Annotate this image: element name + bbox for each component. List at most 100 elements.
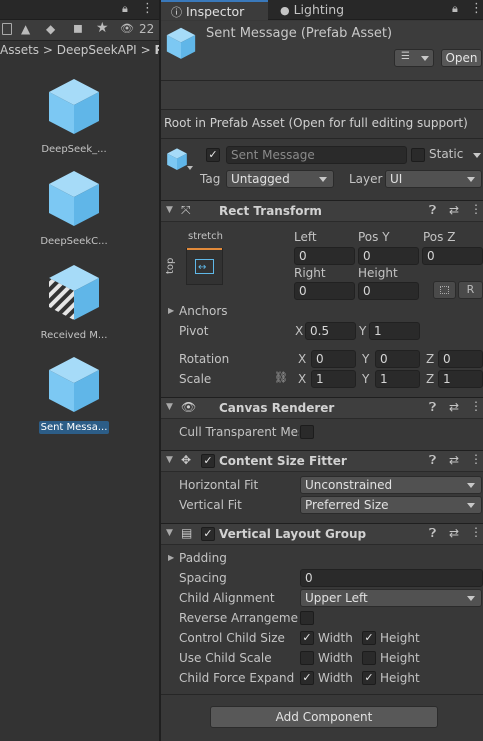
- foldout-arrow-icon[interactable]: ▶: [168, 553, 174, 562]
- constrain-proportions-link-icon[interactable]: ⛓︎: [274, 371, 288, 384]
- lock-icon[interactable]: 🔒︎: [452, 2, 458, 16]
- chevron-down-icon[interactable]: [473, 153, 481, 158]
- asset-tile[interactable]: DeepSeek_...: [24, 76, 124, 159]
- control-child-size-height-checkbox[interactable]: ✓: [362, 631, 376, 645]
- tag-dropdown[interactable]: Untagged: [226, 170, 334, 188]
- scale-label: Scale: [179, 372, 212, 386]
- pos-z-field[interactable]: 0: [422, 247, 483, 265]
- asset-tile-selected[interactable]: Sent Messa...: [24, 354, 124, 437]
- kebab-menu-icon[interactable]: ⋮: [470, 399, 482, 413]
- tab-inspector[interactable]: ⓘ Inspector: [161, 0, 268, 20]
- pivot-x-field[interactable]: 0.5: [305, 322, 356, 340]
- rect-transform-header[interactable]: ▼ ⤧ Rect Transform ❓︎ ⇄ ⋮: [161, 200, 483, 222]
- foldout-arrow-icon[interactable]: ▼: [166, 455, 173, 465]
- eye-icon: 👁︎: [181, 400, 197, 414]
- asset-label: Received M...: [40, 330, 108, 341]
- info-icon: ⓘ: [171, 6, 182, 19]
- rotation-y-field[interactable]: 0: [375, 350, 420, 368]
- horizontal-fit-dropdown[interactable]: Unconstrained: [300, 476, 482, 494]
- header-divider: [161, 80, 483, 81]
- hidden-packages-eye-icon[interactable]: 👁︎: [120, 22, 134, 35]
- breadcrumb-assets[interactable]: Assets: [0, 43, 39, 57]
- gameobject-cube-icon[interactable]: [166, 147, 188, 171]
- presets-icon[interactable]: ⇄: [449, 203, 459, 217]
- help-icon[interactable]: ❓︎: [429, 400, 436, 415]
- child-alignment-dropdown[interactable]: Upper Left: [300, 589, 482, 607]
- right-field[interactable]: 0: [294, 282, 355, 300]
- pivot-y-field[interactable]: 1: [369, 322, 420, 340]
- help-icon[interactable]: ❓︎: [429, 203, 436, 218]
- help-icon[interactable]: ❓︎: [429, 453, 436, 468]
- presets-icon[interactable]: ⇄: [449, 453, 459, 467]
- label-tag-icon[interactable]: ◆: [46, 22, 55, 36]
- padding-label[interactable]: Padding: [179, 551, 227, 565]
- vertical-layout-icon: ▤: [181, 526, 193, 540]
- stretch-arrows-icon: ↔: [198, 262, 207, 273]
- layer-dropdown[interactable]: UI: [385, 170, 482, 188]
- kebab-menu-icon[interactable]: ⋮: [470, 1, 483, 16]
- header-divider: [161, 109, 483, 110]
- raw-edit-button[interactable]: R: [458, 281, 483, 299]
- breadcrumb: Assets > DeepSeekAPI > P: [0, 43, 159, 61]
- use-child-scale-height-checkbox[interactable]: [362, 651, 376, 665]
- presets-icon[interactable]: ⇄: [449, 526, 459, 540]
- scale-x-field[interactable]: 1: [311, 370, 356, 388]
- spacing-field[interactable]: 0: [300, 569, 483, 587]
- add-component-button[interactable]: Add Component: [210, 706, 438, 728]
- lock-filter-icon[interactable]: ◼: [73, 21, 83, 35]
- component-enabled-checkbox[interactable]: ✓: [201, 454, 215, 468]
- open-button[interactable]: Open: [441, 49, 482, 67]
- filter-by-type-icon[interactable]: [2, 23, 12, 35]
- control-child-size-width-checkbox[interactable]: ✓: [300, 631, 314, 645]
- search-filter-icon[interactable]: ▲: [21, 22, 30, 36]
- left-field[interactable]: 0: [294, 247, 355, 265]
- presets-icon[interactable]: ⇄: [449, 400, 459, 414]
- rect-transform-icon: ⤧: [181, 203, 191, 217]
- anchor-presets-button[interactable]: ↔: [186, 248, 223, 285]
- tab-lighting[interactable]: ● Lighting: [270, 0, 380, 20]
- anchors-label[interactable]: Anchors: [179, 304, 228, 318]
- vertical-layout-group-header[interactable]: ▼ ▤ ✓ Vertical Layout Group ❓︎ ⇄ ⋮: [161, 523, 483, 545]
- canvas-renderer-header[interactable]: ▼ 👁︎ Canvas Renderer ❓︎ ⇄ ⋮: [161, 397, 483, 419]
- rotation-x-field[interactable]: 0: [311, 350, 356, 368]
- asset-tile[interactable]: DeepSeekC...: [24, 168, 124, 251]
- breadcrumb-deepseekapi[interactable]: DeepSeekAPI: [57, 43, 137, 57]
- foldout-arrow-icon[interactable]: ▼: [166, 402, 173, 412]
- lock-icon[interactable]: 🔒︎: [122, 2, 128, 16]
- height-field[interactable]: 0: [358, 282, 419, 300]
- use-child-scale-width-checkbox[interactable]: [300, 651, 314, 665]
- panel-divider[interactable]: [159, 0, 161, 741]
- cull-transparent-checkbox[interactable]: [300, 425, 314, 439]
- active-checkbox[interactable]: ✓: [206, 148, 220, 162]
- chevron-down-icon: [421, 56, 429, 61]
- use-child-scale-label: Use Child Scale: [179, 651, 272, 665]
- object-name-field[interactable]: Sent Message: [226, 146, 407, 164]
- foldout-arrow-icon[interactable]: ▼: [166, 205, 173, 215]
- kebab-menu-icon[interactable]: ⋮: [470, 202, 482, 216]
- kebab-menu-icon[interactable]: ⋮: [470, 452, 482, 466]
- child-force-expand-width-checkbox[interactable]: ✓: [300, 671, 314, 685]
- help-icon[interactable]: ❓︎: [429, 526, 436, 541]
- open-settings-dropdown[interactable]: ☰: [394, 49, 434, 67]
- chevron-down-icon[interactable]: [187, 166, 193, 170]
- asset-tile[interactable]: Received M...: [24, 262, 124, 345]
- child-force-expand-height-checkbox[interactable]: ✓: [362, 671, 376, 685]
- height-label: Height: [358, 266, 398, 280]
- foldout-arrow-icon[interactable]: ▼: [166, 528, 173, 538]
- reverse-arrangement-checkbox[interactable]: [300, 611, 314, 625]
- rotation-z-field[interactable]: 0: [438, 350, 483, 368]
- content-size-fitter-header[interactable]: ▼ ✥ ✓ Content Size Fitter ❓︎ ⇄ ⋮: [161, 450, 483, 472]
- vertical-fit-dropdown[interactable]: Preferred Size: [300, 496, 482, 514]
- favorite-star-icon[interactable]: ★: [96, 20, 109, 36]
- kebab-menu-icon[interactable]: ⋮: [141, 1, 154, 16]
- scale-y-field[interactable]: 1: [375, 370, 420, 388]
- prefab-cube-icon: [49, 79, 99, 134]
- kebab-menu-icon[interactable]: ⋮: [470, 525, 482, 539]
- pos-y-field[interactable]: 0: [358, 247, 419, 265]
- scale-z-field[interactable]: 1: [438, 370, 483, 388]
- static-checkbox[interactable]: [411, 148, 425, 162]
- blueprint-mode-button[interactable]: [433, 281, 456, 299]
- vertical-fit-label: Vertical Fit: [179, 498, 242, 512]
- foldout-arrow-icon[interactable]: ▶: [168, 306, 174, 315]
- component-enabled-checkbox[interactable]: ✓: [201, 527, 215, 541]
